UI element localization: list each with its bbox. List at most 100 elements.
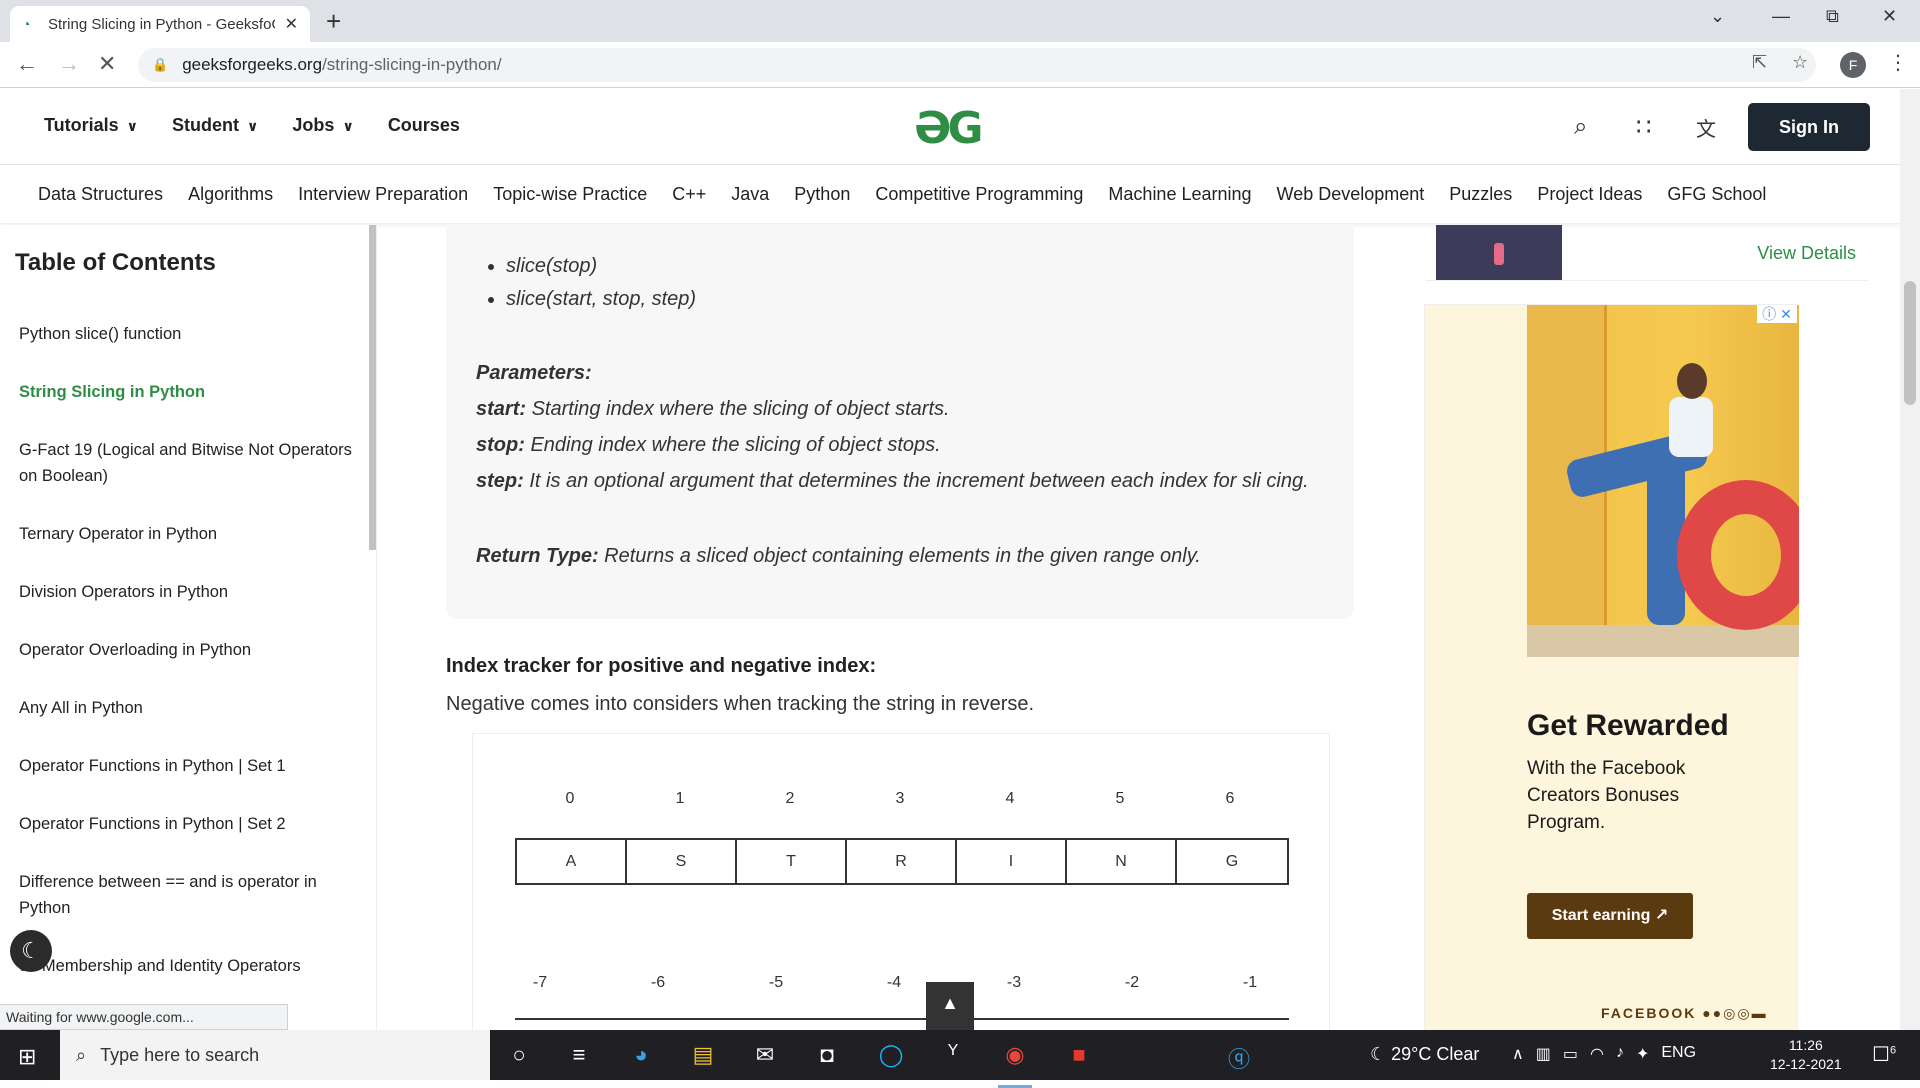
toc-item[interactable]: Division Operators in Python	[19, 579, 359, 605]
promo-card[interactable]: View Details	[1426, 225, 1868, 281]
category-link[interactable]: Web Development	[1277, 184, 1425, 205]
toc-item[interactable]: Ternary Operator in Python	[19, 521, 359, 547]
return-type: Return Type: Returns a sliced object con…	[476, 545, 1201, 568]
view-details-link[interactable]: View Details	[1757, 243, 1856, 264]
category-link[interactable]: Algorithms	[188, 184, 273, 205]
bookmark-star-icon[interactable]: ☆	[1792, 52, 1808, 73]
chevron-down-icon: ∨	[342, 118, 354, 134]
search-icon[interactable]: ⌕	[1574, 113, 1587, 141]
nav-courses[interactable]: Courses	[388, 115, 460, 136]
category-link[interactable]: Topic-wise Practice	[493, 184, 647, 205]
toc-item[interactable]: Any All in Python	[19, 695, 359, 721]
dropbox-icon[interactable]: ✦	[1636, 1044, 1649, 1064]
cortana-ring-icon[interactable]: ◯	[874, 1042, 908, 1068]
toc-item-active[interactable]: String Slicing in Python	[19, 379, 359, 405]
sign-in-button[interactable]: Sign In	[1748, 103, 1870, 151]
ad-title: Get Rewarded	[1527, 709, 1729, 742]
category-link[interactable]: GFG School	[1667, 184, 1766, 205]
task-view-icon[interactable]: ≡	[562, 1042, 596, 1068]
toc-item[interactable]: on Membership and Identity Operators	[19, 953, 359, 979]
string-char-row: A S T R I N G	[515, 838, 1289, 885]
nav-student[interactable]: Student ∨	[172, 115, 258, 136]
page-scrollbar-thumb[interactable]	[1904, 281, 1916, 405]
toc-item[interactable]: Operator Functions in Python | Set 2	[19, 811, 359, 837]
wifi-icon[interactable]: ◠	[1590, 1044, 1604, 1064]
positive-index: 4	[1005, 790, 1015, 807]
category-link[interactable]: Puzzles	[1449, 184, 1512, 205]
table-of-contents: Table of Contents Python slice() functio…	[0, 225, 377, 1030]
start-earning-button[interactable]: Start earning ↗	[1527, 893, 1693, 939]
toc-scrollbar[interactable]	[369, 225, 376, 550]
toc-item[interactable]: Operator Functions in Python | Set 1	[19, 753, 359, 779]
url-field[interactable]: 🔒 geeksforgeeks.org/string-slicing-in-py…	[138, 48, 1816, 82]
file-explorer-icon[interactable]: ▤	[686, 1042, 720, 1068]
tab-search-chevron-icon[interactable]: ⌄	[1710, 6, 1725, 27]
page-scrollbar[interactable]	[1900, 89, 1920, 1030]
toc-title: Table of Contents	[15, 249, 216, 276]
toc-item[interactable]: Difference between == and is operator in…	[19, 869, 359, 921]
category-link[interactable]: Java	[731, 184, 769, 205]
category-link[interactable]: Competitive Programming	[875, 184, 1083, 205]
stop-loading-icon[interactable]: ✕	[98, 52, 116, 76]
status-bar: Waiting for www.google.com...	[0, 1004, 288, 1030]
gfg-logo[interactable]: ƏG	[914, 103, 984, 154]
nav-jobs[interactable]: Jobs ∨	[292, 115, 353, 136]
share-icon[interactable]: ⇱	[1752, 52, 1767, 73]
mail-icon[interactable]: ✉	[748, 1042, 782, 1068]
dark-mode-toggle-icon[interactable]: ☾	[10, 930, 52, 972]
minimize-icon[interactable]: —	[1772, 6, 1790, 27]
yahoo-app-icon[interactable]: Y	[936, 1042, 970, 1060]
language-indicator[interactable]: ENG	[1661, 1044, 1696, 1064]
ad-close-icon[interactable]: ⓘ ✕	[1757, 305, 1797, 323]
param-desc: Ending index where the slicing of object…	[524, 434, 941, 456]
browser-tab[interactable]: ◔ String Slicing in Python - GeeksfoGeek…	[10, 6, 310, 42]
cortana-icon[interactable]: ○	[502, 1042, 536, 1068]
negative-index: -2	[1124, 974, 1140, 991]
syntax-item: slice(start, stop, step)	[506, 288, 696, 311]
store-icon[interactable]: ◘	[810, 1042, 844, 1068]
weather-widget[interactable]: ☾ 29°C Clear	[1370, 1044, 1479, 1065]
scroll-to-top-button[interactable]: ▲	[926, 982, 974, 1030]
battery-icon[interactable]: ▭	[1563, 1044, 1578, 1064]
string-char: G	[1225, 853, 1239, 870]
tray-chevron-icon[interactable]: ∧	[1512, 1044, 1524, 1064]
apps-grid-icon[interactable]: ∷	[1636, 113, 1651, 142]
category-link[interactable]: Interview Preparation	[298, 184, 468, 205]
taskbar-search[interactable]: ⌕ Type here to search	[60, 1030, 490, 1080]
new-tab-icon[interactable]: +	[326, 6, 341, 36]
edge-icon[interactable]: ◕	[624, 1042, 658, 1068]
windows-start-icon[interactable]: ⊞	[18, 1044, 36, 1070]
back-icon[interactable]: ←	[16, 52, 38, 76]
pdf-reader-icon[interactable]: ■	[1062, 1042, 1096, 1068]
category-link[interactable]: C++	[672, 184, 706, 205]
forward-icon[interactable]: →	[58, 52, 80, 76]
browser-menu-icon[interactable]: ⋮	[1888, 50, 1908, 75]
translate-icon[interactable]: 文	[1696, 113, 1716, 142]
profile-avatar[interactable]: F	[1840, 52, 1866, 78]
toc-item[interactable]: G-Fact 19 (Logical and Bitwise Not Opera…	[19, 437, 359, 489]
close-window-icon[interactable]: ✕	[1882, 6, 1897, 27]
string-char: I	[957, 840, 1067, 883]
param-desc: It is an optional argument that determin…	[523, 470, 1309, 492]
category-link[interactable]: Machine Learning	[1108, 184, 1251, 205]
volume-icon[interactable]: ♪	[1616, 1044, 1624, 1064]
restore-icon[interactable]: ⧉	[1826, 6, 1839, 27]
lock-icon[interactable]: 🔒	[152, 57, 168, 73]
notification-center-icon[interactable]: ☐6	[1872, 1042, 1896, 1067]
close-tab-icon[interactable]: ✕	[285, 14, 298, 34]
category-link[interactable]: Project Ideas	[1537, 184, 1642, 205]
social-icons: ●●◎◎▬	[1702, 1005, 1768, 1021]
string-char: A	[517, 840, 627, 883]
toc-item[interactable]: Operator Overloading in Python	[19, 637, 359, 663]
help-icon[interactable]: ⓠ	[1222, 1042, 1256, 1074]
advertisement[interactable]: ⓘ ✕ Get Rewarded With the Facebook Creat…	[1424, 304, 1799, 1032]
nav-tutorials[interactable]: Tutorials ∨	[44, 115, 138, 136]
string-char: N	[1067, 840, 1177, 883]
url-host: geeksforgeeks.org	[182, 55, 323, 74]
chrome-icon[interactable]: ◉	[998, 1042, 1032, 1088]
toc-item[interactable]: Python slice() function	[19, 321, 359, 347]
category-link[interactable]: Python	[794, 184, 850, 205]
clock[interactable]: 11:26 12-12-2021	[1770, 1036, 1842, 1074]
network-icon[interactable]: ▥	[1536, 1044, 1551, 1064]
category-link[interactable]: Data Structures	[38, 184, 163, 205]
